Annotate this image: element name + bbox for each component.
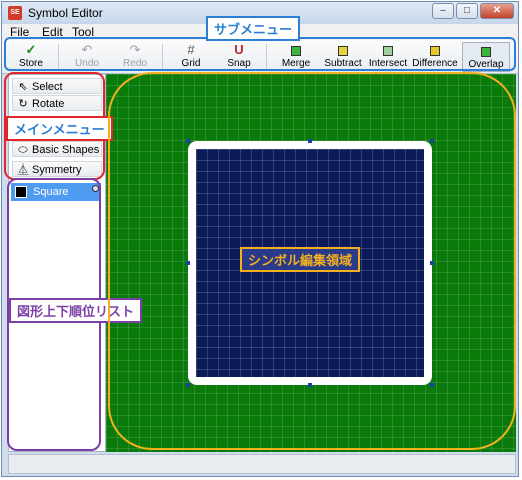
- ellipse-icon: ⬭: [18, 144, 28, 156]
- cursor-icon: ⇖: [18, 81, 28, 93]
- grid-icon: #: [187, 42, 195, 57]
- intersect-icon: [366, 42, 410, 58]
- store-label: Store: [19, 58, 43, 69]
- layer-name: Square: [33, 186, 69, 198]
- difference-button[interactable]: Difference: [410, 42, 460, 72]
- layer-visibility-dot[interactable]: [92, 185, 99, 192]
- intersect-button[interactable]: Intersect: [366, 42, 410, 72]
- redo-icon: ↷: [129, 42, 141, 57]
- overlap-label: Overlap: [468, 59, 504, 70]
- merge-button[interactable]: Merge: [272, 42, 320, 72]
- redo-button[interactable]: ↷ Redo: [112, 42, 158, 72]
- subtract-icon: [320, 42, 366, 58]
- subtract-button[interactable]: Subtract: [320, 42, 366, 72]
- minimize-button[interactable]: –: [432, 3, 454, 19]
- intersect-label: Intersect: [368, 58, 408, 69]
- resize-handle-nw[interactable]: [186, 139, 190, 143]
- resize-handle-e[interactable]: [430, 261, 434, 265]
- submenu-annotation: サブメニュー: [206, 16, 301, 41]
- undo-button[interactable]: ↶ Undo: [64, 42, 110, 72]
- checkmark-icon: ✓: [25, 42, 37, 57]
- resize-handle-sw[interactable]: [186, 383, 190, 387]
- grid-button[interactable]: # Grid: [168, 42, 214, 72]
- menu-edit-accel: E: [42, 25, 51, 39]
- overlap-button[interactable]: Overlap: [462, 42, 510, 72]
- layer-list-annotation: 図形上下順位リスト: [9, 298, 143, 323]
- toolbar-separator: [162, 44, 163, 70]
- symmetry-tool-label: Symmetry: [32, 164, 82, 176]
- close-button[interactable]: ✕: [480, 3, 514, 19]
- basic-shapes-tool-label: Basic Shapes: [32, 144, 100, 156]
- symbol-area-annotation: シンボル編集領域: [240, 247, 361, 272]
- toolbar-separator: [266, 44, 267, 70]
- menu-file[interactable]: File: [10, 25, 29, 39]
- subtract-label: Subtract: [324, 58, 362, 69]
- magnet-icon: U: [234, 42, 244, 57]
- menu-edit[interactable]: Edit: [42, 25, 63, 39]
- menu-file-label: ile: [17, 25, 30, 39]
- basic-shapes-tool-button[interactable]: ⬭ Basic Shapes: [12, 141, 102, 157]
- undo-label: Undo: [75, 58, 99, 69]
- rotate-tool-label: Rotate: [32, 98, 65, 110]
- symmetry-tool-button[interactable]: ⏅ Symmetry: [12, 161, 102, 177]
- menu-edit-label: dit: [50, 25, 63, 39]
- app-icon: SE: [8, 6, 22, 20]
- resize-handle-ne[interactable]: [430, 139, 434, 143]
- resize-handle-se[interactable]: [430, 383, 434, 387]
- merge-label: Merge: [281, 58, 311, 69]
- rotate-icon: ↻: [18, 98, 28, 110]
- window-title: Symbol Editor: [28, 6, 103, 20]
- undo-icon: ↶: [81, 42, 93, 57]
- menu-tool[interactable]: Tool: [72, 25, 94, 39]
- resize-handle-w[interactable]: [186, 261, 190, 265]
- layer-color-swatch: [15, 186, 27, 198]
- select-tool-label: Select: [32, 81, 63, 93]
- grid-label: Grid: [181, 58, 201, 69]
- redo-label: Redo: [123, 58, 147, 69]
- snap-label: Snap: [227, 58, 251, 69]
- overlap-icon: [463, 43, 509, 59]
- main-menu-annotation: メインメニュー: [6, 116, 113, 141]
- resize-handle-n[interactable]: [308, 139, 312, 143]
- difference-icon: [410, 42, 460, 58]
- difference-label: Difference: [412, 58, 458, 69]
- symbol-editor-window: SE Symbol Editor – □ ✕ File Edit Tool ✓ …: [1, 1, 519, 477]
- status-bar: [8, 454, 516, 474]
- merge-icon: [272, 42, 320, 58]
- toolbar: ✓ Store ↶ Undo ↷ Redo # Grid U Snap Merg…: [2, 40, 518, 74]
- select-tool-button[interactable]: ⇖ Select: [12, 78, 102, 94]
- toolbar-separator: [58, 44, 59, 70]
- rotate-tool-button[interactable]: ↻ Rotate: [12, 95, 102, 111]
- store-button[interactable]: ✓ Store: [8, 42, 54, 72]
- menu-tool-label: ool: [78, 25, 95, 39]
- snap-button[interactable]: U Snap: [216, 42, 262, 72]
- list-item[interactable]: Square: [11, 183, 101, 201]
- symmetry-icon: ⏅: [17, 164, 29, 176]
- maximize-button[interactable]: □: [456, 3, 478, 19]
- resize-handle-s[interactable]: [308, 383, 312, 387]
